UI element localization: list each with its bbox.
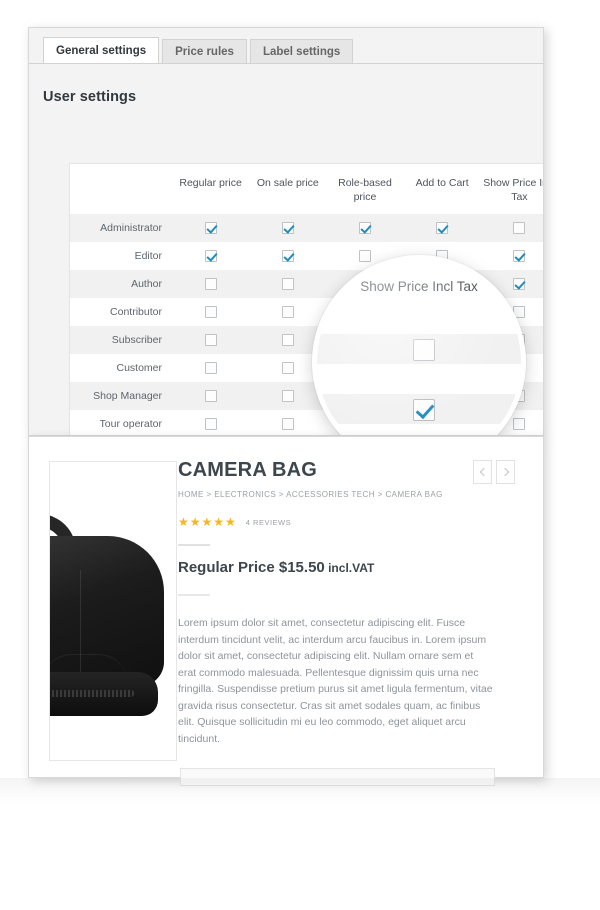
- permission-cell: [172, 354, 250, 382]
- permission-checkbox[interactable]: [204, 278, 217, 291]
- permission-cell: [249, 270, 327, 298]
- permission-checkbox[interactable]: [204, 306, 217, 319]
- permission-cell: [249, 298, 327, 326]
- product-rating: ★★★★★ 4 REVIEWS: [178, 516, 291, 528]
- camera-bag-illustration: [50, 514, 164, 724]
- column-header-show-price-incl-tax: Show Price Incl Tax: [480, 164, 543, 214]
- permission-cell: [249, 410, 327, 435]
- magnified-checkbox-1[interactable]: [413, 339, 435, 361]
- permission-checkbox[interactable]: [204, 362, 217, 375]
- settings-panel: General settings Price rules Label setti…: [28, 27, 544, 436]
- permission-cell: [172, 326, 250, 354]
- permission-cell: [172, 270, 250, 298]
- permission-checkbox[interactable]: [204, 390, 217, 403]
- permission-checkbox[interactable]: [281, 250, 294, 263]
- table-header-row: Regular price On sale price Role-based p…: [70, 164, 543, 214]
- role-name: Tour operator: [70, 410, 172, 435]
- chevron-right-icon[interactable]: [496, 460, 515, 484]
- price-vat-suffix: incl.VAT: [324, 561, 375, 575]
- chevron-left-icon[interactable]: [473, 460, 492, 484]
- permission-cell: [172, 298, 250, 326]
- screen: General settings Price rules Label setti…: [0, 0, 600, 910]
- permission-cell: [249, 242, 327, 270]
- breadcrumb[interactable]: HOME > ELECTRONICS > ACCESSORIES TECH > …: [178, 490, 443, 499]
- star-rating-icon: ★★★★★: [178, 515, 237, 529]
- role-name: Contributor: [70, 298, 172, 326]
- tab-price-rules[interactable]: Price rules: [162, 39, 247, 64]
- permission-checkbox[interactable]: [436, 222, 449, 235]
- role-name: Administrator: [70, 214, 172, 242]
- product-nav-buttons: [469, 460, 515, 484]
- magnified-column-header: Show Price Incl Tax: [360, 279, 478, 294]
- column-header-regular-price: Regular price: [172, 164, 250, 214]
- permission-checkbox[interactable]: [281, 222, 294, 235]
- column-header-on-sale-price: On sale price: [249, 164, 327, 214]
- product-image: [49, 461, 177, 761]
- role-name: Customer: [70, 354, 172, 382]
- bag-zipper: [50, 690, 134, 697]
- reviews-count[interactable]: 4 REVIEWS: [246, 518, 291, 527]
- permission-cell: [326, 214, 404, 242]
- magnifier-lens: t Show Price Incl Tax: [312, 255, 526, 435]
- permission-cell: [249, 214, 327, 242]
- page-title: User settings: [43, 89, 137, 105]
- permission-checkbox[interactable]: [281, 306, 294, 319]
- product-title: CAMERA BAG: [178, 459, 318, 481]
- settings-tabs: General settings Price rules Label setti…: [43, 37, 356, 64]
- permission-checkbox[interactable]: [358, 222, 371, 235]
- tab-label-settings[interactable]: Label settings: [249, 39, 354, 64]
- product-price: Regular Price $15.50 incl.VAT: [178, 559, 374, 576]
- permission-checkbox[interactable]: [281, 362, 294, 375]
- table-row: Administrator: [70, 214, 543, 242]
- bag-body: [50, 536, 164, 702]
- role-name: Editor: [70, 242, 172, 270]
- table-head: Regular price On sale price Role-based p…: [70, 164, 543, 214]
- role-name: Subscriber: [70, 326, 172, 354]
- permission-cell: [172, 382, 250, 410]
- permission-cell: [480, 214, 543, 242]
- permission-checkbox[interactable]: [204, 418, 217, 431]
- permission-cell: [172, 214, 250, 242]
- permission-checkbox[interactable]: [204, 334, 217, 347]
- magnified-checkbox-2[interactable]: [413, 399, 435, 421]
- add-to-cart-area[interactable]: [180, 768, 495, 786]
- permission-checkbox[interactable]: [281, 278, 294, 291]
- tab-general-settings[interactable]: General settings: [43, 37, 160, 64]
- permission-checkbox[interactable]: [204, 222, 217, 235]
- permission-checkbox[interactable]: [513, 222, 526, 235]
- permission-checkbox[interactable]: [204, 250, 217, 263]
- column-header-role-based-price: Role-based price: [326, 164, 404, 214]
- permission-checkbox[interactable]: [281, 390, 294, 403]
- permission-checkbox[interactable]: [281, 418, 294, 431]
- role-name: Author: [70, 270, 172, 298]
- magnifier-content: t Show Price Incl Tax: [317, 260, 521, 435]
- title-divider: [178, 544, 210, 546]
- permission-cell: [172, 410, 250, 435]
- permission-checkbox[interactable]: [281, 334, 294, 347]
- price-divider: [178, 594, 210, 596]
- product-description: Lorem ipsum dolor sit amet, consectetur …: [178, 617, 493, 745]
- permission-cell: [403, 214, 481, 242]
- column-header-role: [70, 164, 172, 214]
- permission-cell: [172, 242, 250, 270]
- column-header-add-to-cart: Add to Cart: [403, 164, 481, 214]
- price-amount: Regular Price $15.50: [178, 559, 325, 576]
- role-name: Shop Manager: [70, 382, 172, 410]
